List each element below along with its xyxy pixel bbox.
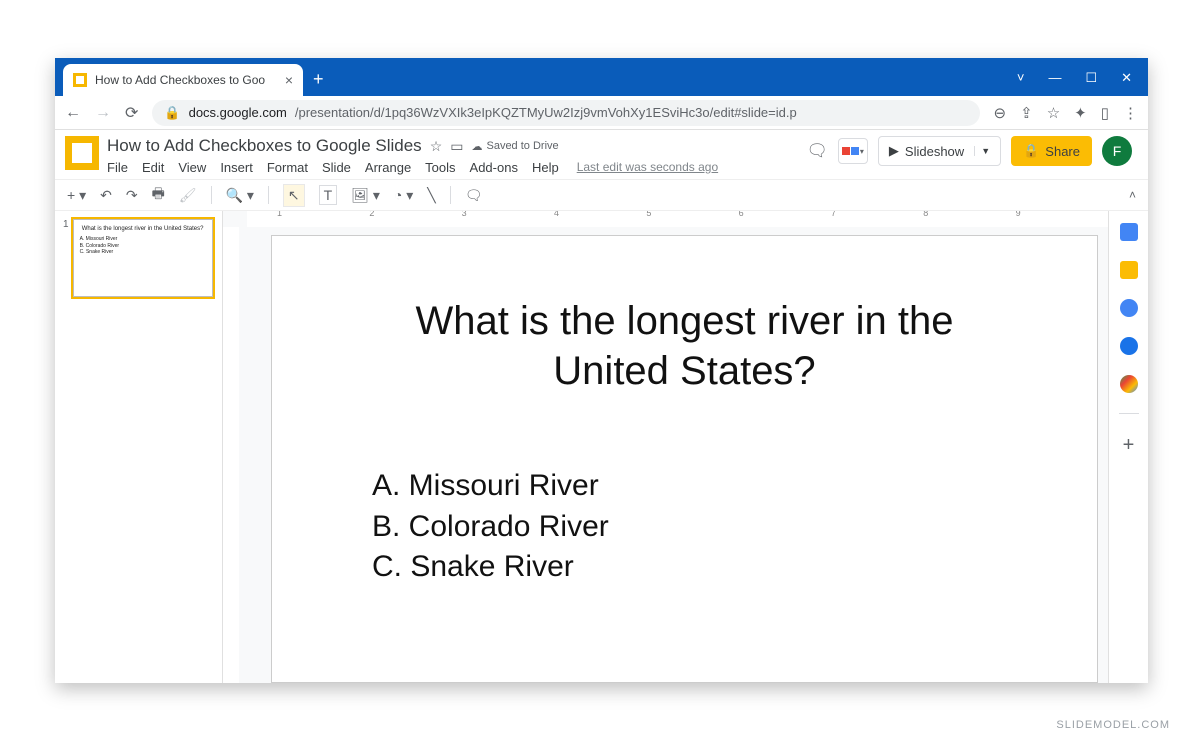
select-tool[interactable]: ↖ xyxy=(283,184,305,207)
chrome-titlebar: How to Add Checkboxes to Goo × + ˅ — ☐ ✕ xyxy=(55,58,1148,96)
forward-icon[interactable]: → xyxy=(95,104,111,122)
share-page-icon[interactable]: ⇪ xyxy=(1020,104,1033,122)
move-icon[interactable]: ▭ xyxy=(450,138,463,155)
maximize-icon[interactable]: ☐ xyxy=(1085,70,1097,86)
zoom-icon[interactable]: ⊖ xyxy=(994,104,1007,122)
watermark: SLIDEMODEL.COM xyxy=(1056,719,1170,731)
menu-file[interactable]: File xyxy=(107,160,128,175)
collapse-toolbar-icon[interactable]: ˄ xyxy=(1129,188,1136,202)
canvas-area: 1 2 3 4 5 6 7 8 9 What is the longest ri… xyxy=(223,211,1108,683)
option-b: B. Colorado River xyxy=(372,507,1037,548)
menu-bar: File Edit View Insert Format Slide Arran… xyxy=(107,160,806,175)
chevron-down-icon[interactable]: ˅ xyxy=(1017,70,1025,86)
url-path: /presentation/d/1pq36WzVXIk3eIpKQZTMyUw2… xyxy=(295,105,797,120)
meet-button[interactable]: ▾ xyxy=(838,138,868,164)
comment-tool[interactable]: 🗨 xyxy=(465,187,483,204)
toolbar: + ▾ ↶ ↷ 🖶 🖌 🔍 ▾ ↖ T 🖼 ▾ ◔ ▾ ╲ 🗨 ˄ xyxy=(55,179,1148,211)
menu-edit[interactable]: Edit xyxy=(142,160,164,175)
menu-tools[interactable]: Tools xyxy=(425,160,455,175)
back-icon[interactable]: ← xyxy=(65,104,81,122)
doc-title[interactable]: How to Add Checkboxes to Google Slides xyxy=(107,136,422,156)
comments-icon[interactable]: 🗨 xyxy=(806,141,828,161)
menu-help[interactable]: Help xyxy=(532,160,559,175)
star-icon[interactable]: ☆ xyxy=(430,138,443,155)
browser-tab[interactable]: How to Add Checkboxes to Goo × xyxy=(63,64,303,96)
slide-title[interactable]: What is the longest river in theUnited S… xyxy=(332,296,1037,396)
slide-body[interactable]: A. Missouri River B. Colorado River C. S… xyxy=(332,466,1037,588)
line-tool[interactable]: ╲ xyxy=(427,187,435,204)
filmstrip: 1 What is the longest river in the Unite… xyxy=(55,211,223,683)
menu-slide[interactable]: Slide xyxy=(322,160,351,175)
app-header: How to Add Checkboxes to Google Slides ☆… xyxy=(55,130,1148,175)
zoom-tool[interactable]: 🔍 ▾ xyxy=(226,187,254,204)
slide-number: 1 xyxy=(63,219,69,297)
close-window-icon[interactable]: ✕ xyxy=(1121,70,1132,86)
paint-format-icon[interactable]: 🖌 xyxy=(179,187,197,204)
share-button[interactable]: 🔒 Share xyxy=(1011,136,1092,166)
lock-icon: 🔒 xyxy=(164,105,180,121)
account-avatar[interactable]: F xyxy=(1102,136,1132,166)
menu-view[interactable]: View xyxy=(178,160,206,175)
bookmark-icon[interactable]: ☆ xyxy=(1047,104,1060,122)
menu-format[interactable]: Format xyxy=(267,160,308,175)
tab-title: How to Add Checkboxes to Goo xyxy=(95,73,277,87)
slide-thumbnail-1[interactable]: What is the longest river in the United … xyxy=(73,219,213,297)
work-area: 1 What is the longest river in the Unite… xyxy=(55,211,1148,683)
slideshow-dropdown[interactable]: ▼ xyxy=(974,146,990,156)
url-host: docs.google.com xyxy=(189,105,287,120)
last-edit-link[interactable]: Last edit was seconds ago xyxy=(577,160,718,175)
maps-icon[interactable] xyxy=(1120,375,1138,393)
present-icon: ▶ xyxy=(889,143,899,159)
account-icon[interactable]: ▯ xyxy=(1101,104,1109,122)
horizontal-ruler: 1 2 3 4 5 6 7 8 9 xyxy=(247,211,1108,227)
menu-arrange[interactable]: Arrange xyxy=(365,160,411,175)
keep-icon[interactable] xyxy=(1120,261,1138,279)
menu-insert[interactable]: Insert xyxy=(220,160,253,175)
close-tab-icon[interactable]: × xyxy=(285,72,293,88)
browser-window: How to Add Checkboxes to Goo × + ˅ — ☐ ✕… xyxy=(55,58,1148,683)
slides-favicon xyxy=(73,73,87,87)
contacts-icon[interactable] xyxy=(1120,337,1138,355)
shape-tool[interactable]: ◔ ▾ xyxy=(394,187,413,204)
textbox-tool[interactable]: T xyxy=(319,185,338,205)
redo-icon[interactable]: ↷ xyxy=(126,187,138,204)
address-bar: ← → ⟳ 🔒 docs.google.com/presentation/d/1… xyxy=(55,96,1148,130)
cloud-icon: ☁ xyxy=(471,140,482,153)
image-tool[interactable]: 🖼 ▾ xyxy=(351,187,380,204)
minimize-icon[interactable]: — xyxy=(1048,70,1061,86)
save-status[interactable]: ☁Saved to Drive xyxy=(471,140,558,153)
print-icon[interactable]: 🖶 xyxy=(152,183,165,207)
slide-canvas[interactable]: What is the longest river in theUnited S… xyxy=(271,235,1098,683)
thumb-title: What is the longest river in the United … xyxy=(80,226,206,232)
panel-divider xyxy=(1119,413,1139,414)
new-slide-button[interactable]: + ▾ xyxy=(67,187,86,204)
slideshow-button[interactable]: ▶ Slideshow ▼ xyxy=(878,136,1001,166)
window-controls: ˅ — ☐ ✕ xyxy=(1017,70,1148,96)
thumb-options: A. Missouri River B. Colorado River C. S… xyxy=(80,236,206,256)
get-addons-icon[interactable]: + xyxy=(1123,434,1135,457)
url-field[interactable]: 🔒 docs.google.com/presentation/d/1pq36Wz… xyxy=(152,100,979,126)
extensions-icon[interactable]: ✦ xyxy=(1074,104,1087,122)
option-a: A. Missouri River xyxy=(372,466,1037,507)
tasks-icon[interactable] xyxy=(1120,299,1138,317)
kebab-menu-icon[interactable]: ⋮ xyxy=(1123,104,1138,122)
slides-logo[interactable] xyxy=(65,136,99,170)
menu-addons[interactable]: Add-ons xyxy=(470,160,518,175)
vertical-ruler xyxy=(223,227,239,683)
side-panel: + xyxy=(1108,211,1148,683)
new-tab-button[interactable]: + xyxy=(313,69,324,90)
reload-icon[interactable]: ⟳ xyxy=(125,103,138,123)
undo-icon[interactable]: ↶ xyxy=(100,187,112,204)
calendar-icon[interactable] xyxy=(1120,223,1138,241)
lock-icon: 🔒 xyxy=(1023,143,1039,159)
option-c: C. Snake River xyxy=(372,547,1037,588)
